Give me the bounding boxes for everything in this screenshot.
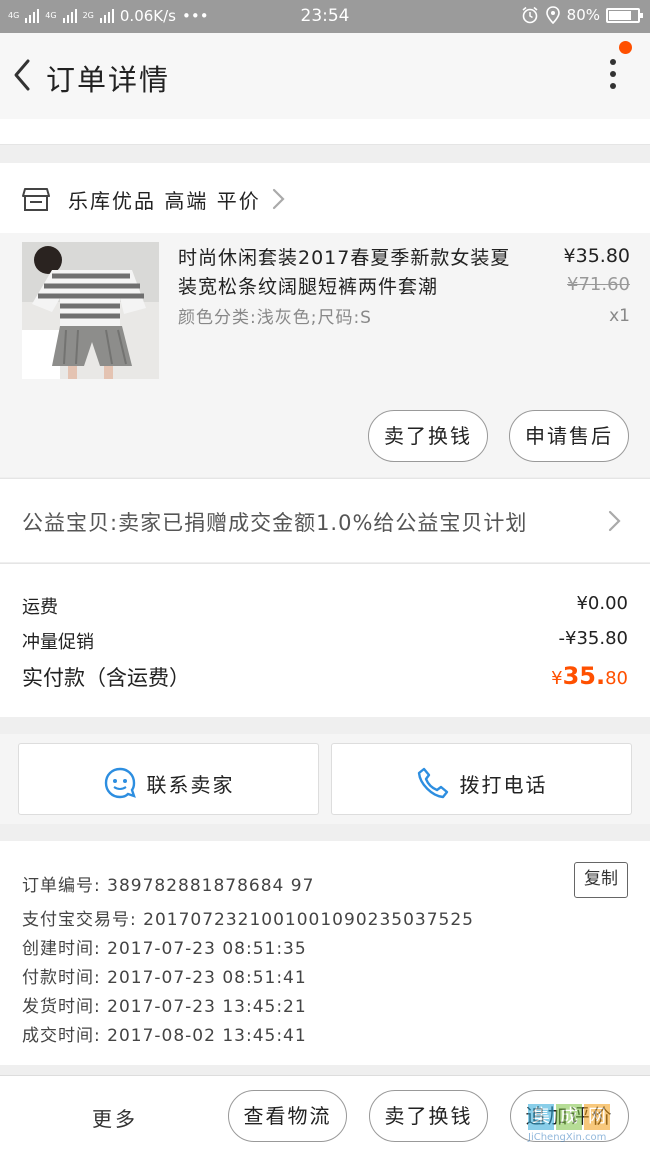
phone-icon <box>417 767 448 799</box>
notification-dot <box>619 41 632 54</box>
battery-icon <box>606 7 643 23</box>
order-number: 订单编号: 389782881878684 97 <box>22 876 315 896</box>
page-title: 订单详情 <box>46 63 171 97</box>
paid-time: 付款时间: 2017-07-23 08:51:41 <box>22 968 307 988</box>
copy-button[interactable]: 复制 <box>574 862 628 898</box>
total-decimal: 80 <box>605 668 628 689</box>
order-item[interactable]: 时尚休闲套装2017春夏季新款女装夏装宽松条纹阔腿短裤两件套潮 颜色分类:浅灰色… <box>0 233 650 477</box>
call-button[interactable]: 拨打电话 <box>331 743 632 815</box>
total-integer: 35. <box>562 662 606 690</box>
product-spec: 颜色分类:浅灰色;尺码:S <box>178 308 372 328</box>
total-label: 实付款（含运费） <box>22 666 190 690</box>
back-arrow-icon[interactable] <box>8 55 38 95</box>
shipping-label: 运费 <box>22 597 58 618</box>
product-price: ¥35.80 <box>563 245 630 267</box>
shipped-time: 发货时间: 2017-07-23 13:45:21 <box>22 997 307 1017</box>
contact-seller-button[interactable]: 联系卖家 <box>18 743 319 815</box>
watermark-char-2: 成 <box>556 1104 582 1130</box>
product-original-price: ¥71.60 <box>567 274 630 295</box>
chevron-right-icon <box>272 188 285 210</box>
chevron-right-icon <box>608 510 621 532</box>
alipay-trade-number: 支付宝交易号: 2017072321001001090235037525 <box>22 910 474 930</box>
status-bar: 4G 4G 2G 0.06K/s ••• 23:54 80% <box>0 0 650 33</box>
resell-button[interactable]: 卖了换钱 <box>368 410 488 462</box>
header-spacer <box>0 119 650 145</box>
total-value: ¥35.80 <box>551 662 628 690</box>
watermark-url: JiChengXin.com <box>528 1132 607 1143</box>
watermark-char-1: 集 <box>528 1104 554 1130</box>
location-icon <box>545 6 560 24</box>
watermark-char-3: 网 <box>584 1104 610 1130</box>
more-vertical-icon[interactable] <box>608 59 618 95</box>
watermark-logo: 集 成 网 JiChengXin.com <box>528 1104 646 1152</box>
call-label: 拨打电话 <box>459 772 548 797</box>
product-title: 时尚休闲套装2017春夏季新款女装夏装宽松条纹阔腿短裤两件套潮 <box>178 247 511 298</box>
battery-percent: 80% <box>566 6 600 24</box>
title-bar: 订单详情 <box>0 33 650 119</box>
cost-summary: 运费 ¥0.00 冲量促销 -¥35.80 实付款（含运费） ¥35.80 <box>0 563 650 717</box>
store-icon <box>22 188 50 211</box>
created-time: 创建时间: 2017-07-23 08:51:35 <box>22 939 307 959</box>
shipping-value: ¥0.00 <box>576 593 628 614</box>
view-logistics-button[interactable]: 查看物流 <box>228 1090 347 1142</box>
promo-value: -¥35.80 <box>558 628 628 649</box>
order-info: 订单编号: 389782881878684 97 复制 支付宝交易号: 2017… <box>0 841 650 1065</box>
more-button[interactable]: 更多 <box>92 1103 138 1132</box>
store-name: 乐库优品 高端 平价 <box>68 189 261 213</box>
contact-seller-label: 联系卖家 <box>146 772 235 797</box>
chat-bubble-icon <box>104 767 136 799</box>
product-image[interactable] <box>22 242 159 379</box>
product-quantity: x1 <box>609 306 630 326</box>
total-currency: ¥ <box>551 668 563 689</box>
contact-bar: 联系卖家 拨打电话 <box>0 734 650 824</box>
charity-row[interactable]: 公益宝贝:卖家已捐赠成交金额1.0%给公益宝贝计划 <box>0 478 650 562</box>
promo-label: 冲量促销 <box>22 632 94 653</box>
battery-fill <box>609 10 631 20</box>
after-sale-button[interactable]: 申请售后 <box>509 410 629 462</box>
charity-text: 公益宝贝:卖家已捐赠成交金额1.0%给公益宝贝计划 <box>22 511 528 535</box>
store-row[interactable]: 乐库优品 高端 平价 <box>0 163 650 233</box>
alarm-icon <box>522 6 538 24</box>
resell-button-bottom[interactable]: 卖了换钱 <box>369 1090 488 1142</box>
completed-time: 成交时间: 2017-08-02 13:45:41 <box>22 1026 307 1046</box>
